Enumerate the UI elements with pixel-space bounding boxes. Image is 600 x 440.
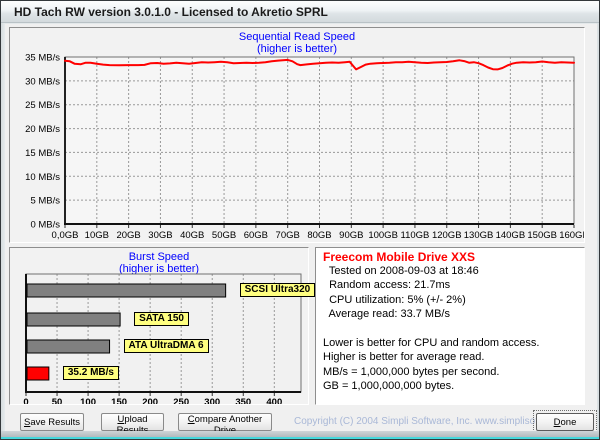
svg-text:10 MB/s: 10 MB/s [25,172,60,183]
svg-text:20GB: 20GB [116,230,140,241]
upload-results-button[interactable]: Upload Results [101,413,164,431]
drive-info-line: Lower is better for CPU and random acces… [323,337,582,351]
drive-info-line: Random access: 21.7ms [323,279,582,293]
svg-text:0,0GB: 0,0GB [52,230,79,241]
svg-text:90GB: 90GB [339,230,363,241]
svg-text:60GB: 60GB [244,230,268,241]
svg-text:80GB: 80GB [307,230,331,241]
drive-info-lines: Tested on 2008-09-03 at 18:46 Random acc… [323,265,582,395]
svg-text:15 MB/s: 15 MB/s [25,148,60,159]
svg-text:350: 350 [235,397,251,404]
burst-speed-panel: Burst Speed (higher is better) 050100150… [9,247,309,405]
svg-text:150GB: 150GB [527,230,557,241]
svg-text:0 MB/s: 0 MB/s [30,220,60,231]
svg-text:150: 150 [111,397,127,404]
svg-text:120GB: 120GB [432,230,462,241]
drive-info-line [323,323,582,337]
drive-info-line: GB = 1,000,000,000 bytes. [323,380,582,394]
drive-info-line: CPU utilization: 5% (+/- 2%) [323,294,582,308]
svg-text:20 MB/s: 20 MB/s [25,124,60,135]
compare-drive-button[interactable]: Compare Another Drive [178,413,272,431]
drive-info-line: Average read: 33.7 MB/s [323,308,582,322]
svg-text:0: 0 [23,397,28,404]
svg-text:30GB: 30GB [148,230,172,241]
window-title: HD Tach RW version 3.0.1.0 - Licensed to… [14,5,328,19]
window-border-bottom [1,431,599,439]
svg-text:30 MB/s: 30 MB/s [25,76,60,87]
app-window: HD Tach RW version 3.0.1.0 - Licensed to… [0,0,600,440]
drive-info-line: MB/s = 1,000,000 bytes per second. [323,366,582,380]
svg-text:300: 300 [204,397,220,404]
svg-text:130GB: 130GB [464,230,494,241]
bar-value-label: SATA 150 [134,312,189,326]
svg-text:50GB: 50GB [212,230,236,241]
svg-text:160GB: 160GB [559,230,584,241]
bar-value-label: SCSI Ultra320 [240,283,316,297]
svg-text:25 MB/s: 25 MB/s [25,100,60,111]
svg-text:50: 50 [52,397,63,404]
drive-info-title: Freecom Mobile Drive XXS [323,250,475,264]
svg-text:250: 250 [173,397,189,404]
drive-info-panel: Freecom Mobile Drive XXS Tested on 2008-… [315,247,585,405]
bar-value-label: 35.2 MB/s [63,366,119,380]
svg-text:70GB: 70GB [276,230,300,241]
save-results-button[interactable]: Save Results [20,413,84,431]
svg-text:400: 400 [266,397,282,404]
svg-text:140GB: 140GB [496,230,526,241]
svg-text:110GB: 110GB [401,230,430,241]
drive-info-line: Tested on 2008-09-03 at 18:46 [323,265,582,279]
svg-text:40GB: 40GB [180,230,204,241]
done-button[interactable]: Done [536,413,594,431]
sequential-read-panel: Sequential Read Speed (higher is better)… [9,27,585,243]
bar-value-label: ATA UltraDMA 6 [124,339,209,353]
svg-text:200: 200 [142,397,158,404]
svg-text:35 MB/s: 35 MB/s [25,53,60,64]
svg-text:100GB: 100GB [368,230,398,241]
svg-text:100: 100 [80,397,96,404]
svg-text:10GB: 10GB [85,230,109,241]
drive-info-line: Higher is better for average read. [323,351,582,365]
burst-speed-chart: 0 50 100 150 200 250 300 350 400 [10,248,308,404]
sequential-read-chart: 0 MB/s 5 MB/s 10 MB/s 15 MB/s 20 MB/s 25 MB/s… [10,28,584,242]
titlebar[interactable]: HD Tach RW version 3.0.1.0 - Licensed to… [1,1,599,23]
svg-text:5 MB/s: 5 MB/s [30,196,60,207]
client-area: Sequential Read Speed (higher is better)… [5,24,597,433]
